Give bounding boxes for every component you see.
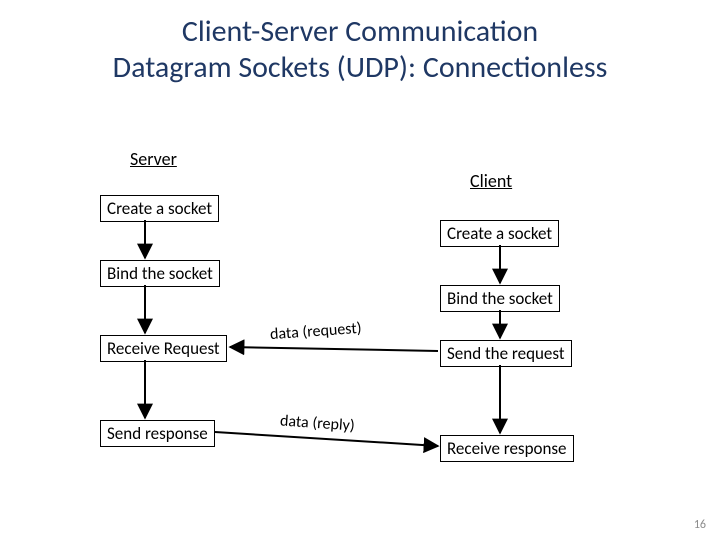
arrow-request — [230, 347, 438, 351]
arrows-layer — [0, 0, 720, 540]
arrow-reply — [215, 432, 438, 446]
